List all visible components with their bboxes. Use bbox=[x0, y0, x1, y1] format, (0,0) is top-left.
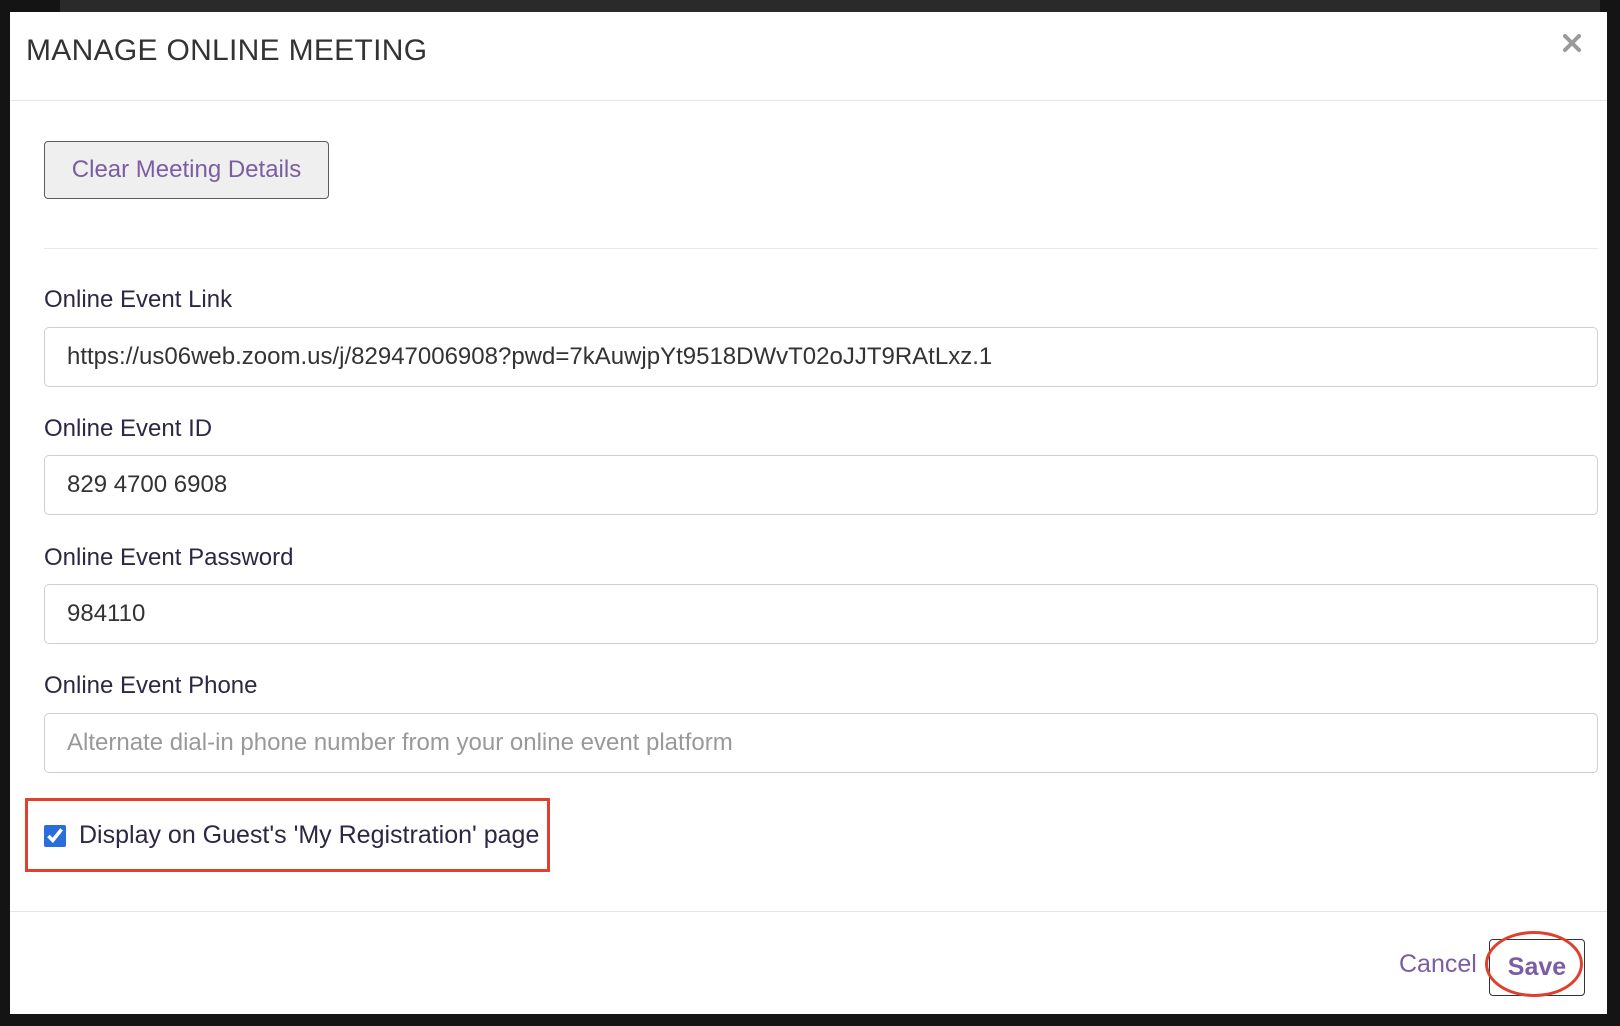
manage-online-meeting-dialog: MANAGE ONLINE MEETING Clear Meeting Deta… bbox=[10, 12, 1607, 1014]
close-button[interactable] bbox=[1555, 26, 1589, 60]
online-event-phone-input[interactable] bbox=[44, 713, 1598, 773]
modal-title: MANAGE ONLINE MEETING bbox=[26, 34, 428, 67]
online-event-id-input[interactable] bbox=[44, 455, 1598, 515]
display-on-registration-checkbox[interactable] bbox=[44, 825, 66, 847]
display-on-registration-highlight: Display on Guest's 'My Registration' pag… bbox=[25, 798, 550, 872]
online-event-password-label: Online Event Password bbox=[44, 544, 294, 571]
modal-body: Clear Meeting Details Online Event Link … bbox=[10, 101, 1607, 911]
online-event-phone-label: Online Event Phone bbox=[44, 672, 258, 699]
online-event-password-input[interactable] bbox=[44, 584, 1598, 644]
clear-meeting-details-button[interactable]: Clear Meeting Details bbox=[44, 141, 329, 199]
cancel-button[interactable]: Cancel bbox=[1399, 950, 1477, 979]
online-event-link-label: Online Event Link bbox=[44, 286, 233, 313]
modal-header: MANAGE ONLINE MEETING bbox=[10, 12, 1607, 101]
display-on-registration-label[interactable]: Display on Guest's 'My Registration' pag… bbox=[79, 821, 539, 850]
section-divider bbox=[44, 248, 1598, 249]
save-button[interactable]: Save bbox=[1489, 939, 1585, 996]
modal-footer: Cancel Save bbox=[10, 911, 1607, 1014]
online-event-id-label: Online Event ID bbox=[44, 415, 213, 442]
online-event-link-input[interactable] bbox=[44, 327, 1598, 387]
close-icon bbox=[1563, 34, 1581, 52]
background-page-strip bbox=[60, 0, 1600, 12]
